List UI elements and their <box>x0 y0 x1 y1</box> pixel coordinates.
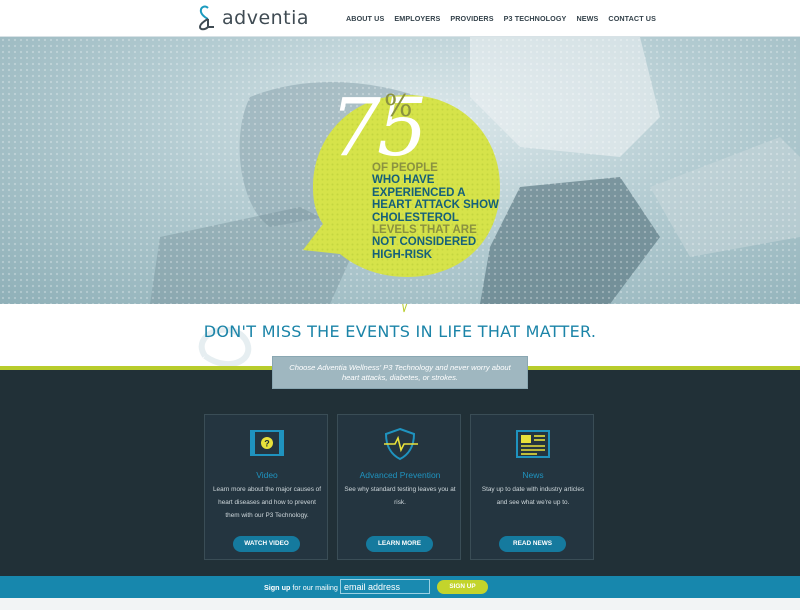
brand-name: adventia <box>222 7 310 29</box>
nav-contact-us[interactable]: CONTACT US <box>608 14 656 23</box>
nav-news[interactable]: NEWS <box>576 14 598 23</box>
card-description: Stay up to date with industry articles a… <box>481 486 585 506</box>
heart-logo-icon <box>198 5 214 31</box>
site-header: adventia ABOUT US EMPLOYERS PROVIDERS P3… <box>0 0 800 37</box>
shield-heartbeat-icon <box>384 427 418 461</box>
nav-p3-technology[interactable]: P3 TECHNOLOGY <box>504 14 567 23</box>
logo[interactable]: adventia <box>197 5 309 31</box>
features-section: ? Video Learn more about the major cause… <box>0 370 800 576</box>
nav-employers[interactable]: EMPLOYERS <box>394 14 440 23</box>
card-description: See why standard testing leaves you at r… <box>344 486 456 506</box>
card-title: News <box>522 470 544 480</box>
main-nav: ABOUT US EMPLOYERS PROVIDERS P3 TECHNOLO… <box>346 14 666 23</box>
stat-percent: % <box>384 89 413 124</box>
footer-strip <box>0 598 800 610</box>
learn-more-button[interactable]: LEARN MORE <box>366 536 433 552</box>
signup-label-bold: Sign up <box>264 583 291 592</box>
callout-box: Choose Adventia Wellness' P3 Technology … <box>272 356 528 389</box>
card-news: News Stay up to date with industry artic… <box>470 414 594 560</box>
stat-line-1: OF PEOPLE <box>372 162 438 174</box>
email-field[interactable] <box>340 579 430 594</box>
nav-about-us[interactable]: ABOUT US <box>346 14 384 23</box>
mailing-list-bar: Sign up for our mailing list: SIGN UP <box>0 576 800 598</box>
newspaper-icon <box>516 430 550 458</box>
stat-line-2: WHO HAVE EXPERIENCED A HEART ATTACK SHOW… <box>372 174 499 224</box>
sign-up-button[interactable]: SIGN UP <box>437 580 488 594</box>
card-title: Video <box>256 470 278 480</box>
read-news-button[interactable]: READ NEWS <box>499 536 566 552</box>
tagline: DON'T MISS THE EVENTS IN LIFE THAT MATTE… <box>203 322 597 341</box>
nav-providers[interactable]: PROVIDERS <box>450 14 493 23</box>
card-advanced-prevention: Advanced Prevention See why standard tes… <box>337 414 461 560</box>
stat-line-3a: LEVELS THAT ARE <box>372 224 477 237</box>
signup-label: Sign up for our mailing list: <box>264 583 351 592</box>
stat-line-3c: CONSIDERED <box>399 236 477 249</box>
stat-line-4: HIGH-RISK <box>372 248 433 261</box>
stat-line-3b: NOT <box>372 236 397 249</box>
card-title: Advanced Prevention <box>359 470 441 480</box>
svg-text:?: ? <box>264 439 270 449</box>
stat-line-3: LEVELS THAT ARE NOT CONSIDERED <box>372 224 502 249</box>
video-icon: ? <box>250 430 284 456</box>
card-video: ? Video Learn more about the major cause… <box>204 414 328 560</box>
watch-video-button[interactable]: WATCH VIDEO <box>233 536 300 552</box>
card-description: Learn more about the major causes of hea… <box>213 486 321 519</box>
stat-text: OF PEOPLE WHO HAVE EXPERIENCED A HEART A… <box>372 162 502 261</box>
